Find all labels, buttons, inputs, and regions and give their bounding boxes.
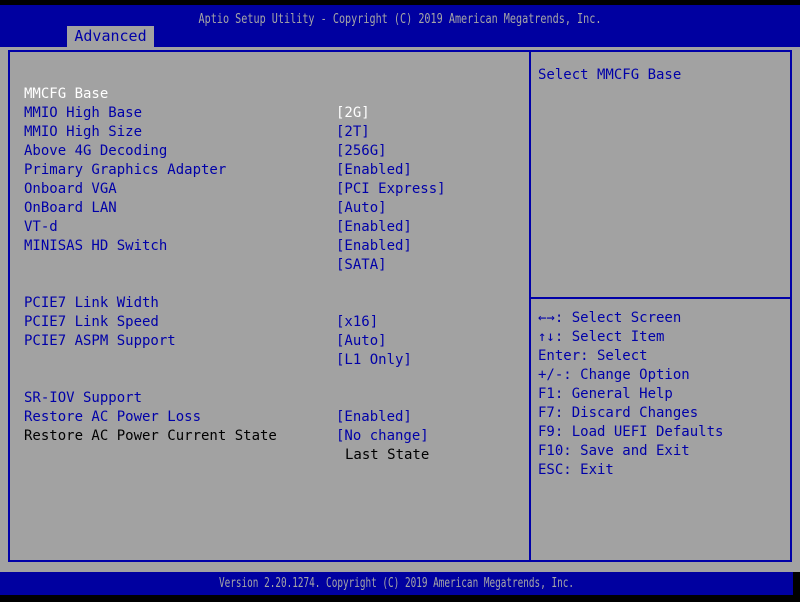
key-hint: F1: General Help [538,386,673,402]
main-area: MMCFG Base [2G] MMIO High Base [2T] MMIO… [0,47,800,572]
key-hint: F7: Discard Changes [538,405,699,421]
tab-advanced[interactable]: Advanced [67,26,154,47]
settings-row[interactable]: PCIE7 ASPM Support [L1 Only] [0,313,528,368]
setting-value: [Auto] [336,333,387,349]
key-hint: ↑↓: Select Item [538,329,665,345]
setting-label: MINISAS HD Switch [24,238,168,254]
title-bar: Aptio Setup Utility - Copyright (C) 2019… [0,5,800,47]
settings-list: MMCFG Base [2G] MMIO High Base [2T] MMIO… [0,66,528,463]
setting-value: [Enabled] [336,238,412,254]
settings-row[interactable]: PCIE7 Link Speed [Auto] [0,294,528,349]
setting-label: PCIE7 ASPM Support [24,333,176,349]
settings-row[interactable]: OnBoard LAN [Enabled] [0,180,528,235]
settings-row[interactable]: VT-d [Enabled] [0,199,528,254]
setting-value: Last State [345,447,430,463]
settings-row[interactable]: Onboard VGA [Auto] [0,161,528,216]
help-text: Select MMCFG Base [538,67,682,83]
settings-row[interactable]: Restore AC Power Loss [No change] [0,389,528,444]
setting-value: [No change] [336,428,429,444]
app-title: Aptio Setup Utility - Copyright (C) 2019… [198,12,602,27]
legend-divider [531,297,790,299]
version-text: Version 2.20.1274. Copyright (C) 2019 Am… [218,576,575,591]
settings-row[interactable]: MMCFG Base [2G] [0,66,528,121]
footer-bar: Version 2.20.1274. Copyright (C) 2019 Am… [0,572,793,595]
key-hint: F10: Save and Exit [538,443,690,459]
key-hint: Enter: Select [538,348,648,364]
settings-row[interactable]: Above 4G Decoding [Enabled] [0,123,528,178]
key-hint: ←→: Select Screen [538,310,682,326]
key-legend: ←→: Select Screen ↑↓: Select Item Enter:… [538,309,788,480]
settings-row[interactable]: Primary Graphics Adapter [PCI Express] [0,142,528,197]
settings-row[interactable]: MINISAS HD Switch [SATA] [0,218,528,273]
settings-row: Restore AC Power Current State Last Stat… [0,408,528,463]
settings-row[interactable]: SR-IOV Support [Enabled] [0,370,528,425]
key-hint: ESC: Exit [538,462,614,478]
key-hint: +/-: Change Option [538,367,690,383]
setting-label: Restore AC Power Current State [24,428,277,444]
panel-divider [529,50,531,562]
settings-row[interactable]: MMIO High Size [256G] [0,104,528,159]
setting-value: [SATA] [336,257,387,273]
key-hint: F9: Load UEFI Defaults [538,424,724,440]
setting-value: [L1 Only] [336,352,412,368]
settings-row[interactable]: PCIE7 Link Width [x16] [0,275,528,330]
settings-row[interactable]: MMIO High Base [2T] [0,85,528,140]
